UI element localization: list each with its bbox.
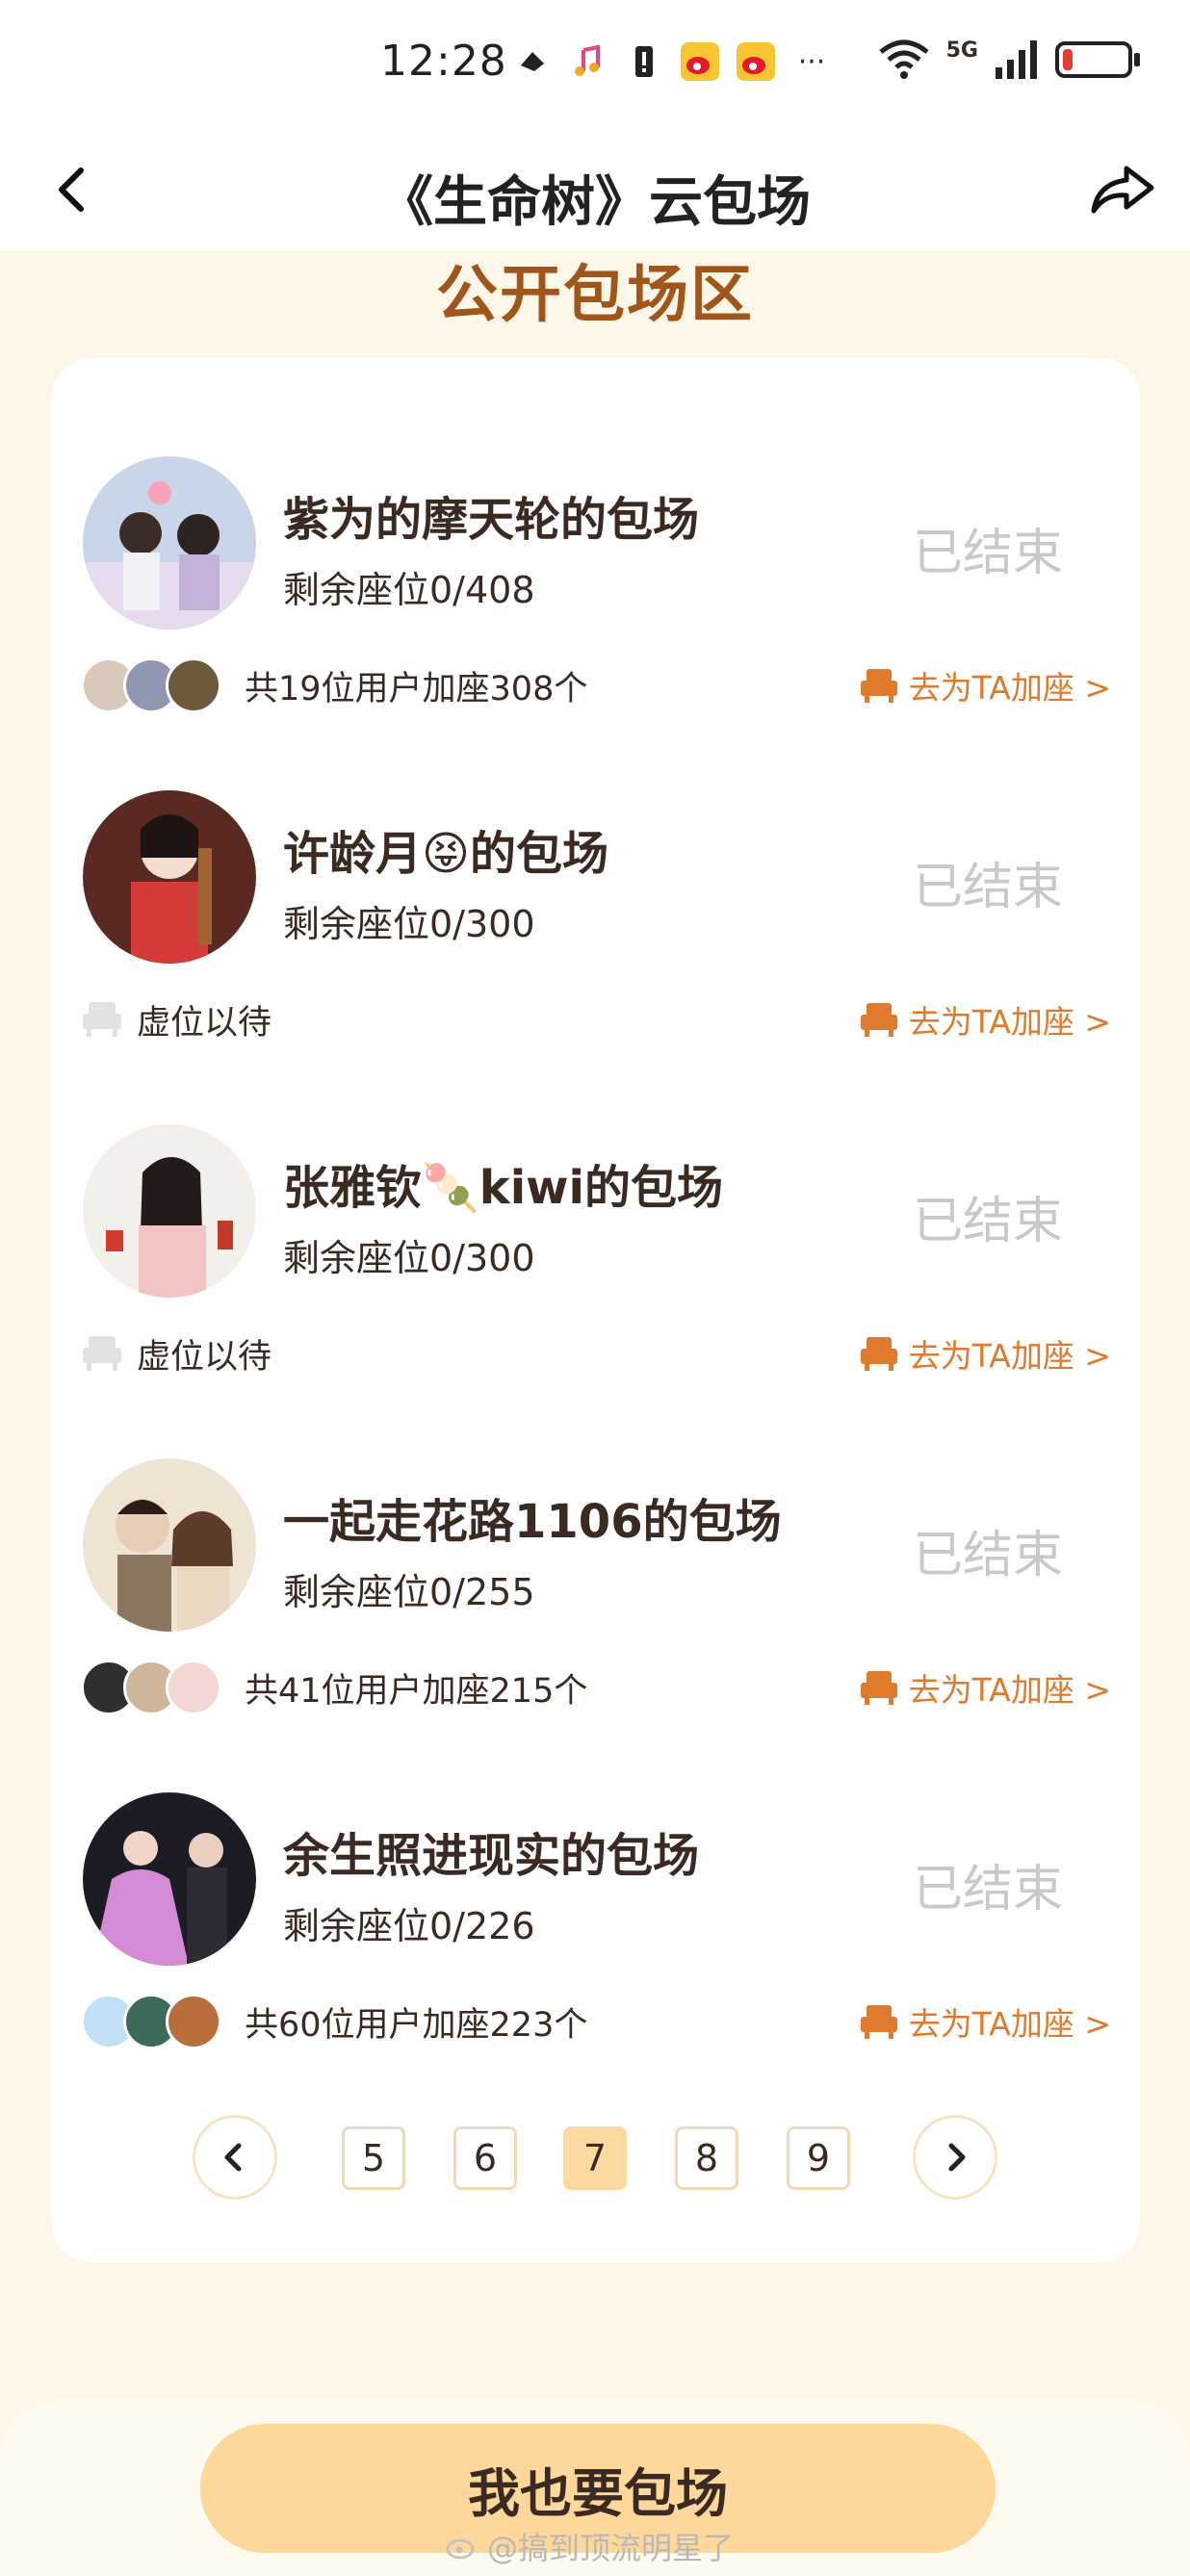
host-avatar <box>83 456 256 630</box>
supporter-avatars <box>81 1994 221 2049</box>
remaining-seats: 剩余座位0/408 <box>283 569 535 611</box>
avatar <box>166 1994 221 2049</box>
status-ended: 已结束 <box>912 525 1063 582</box>
system-status-icons: 5G <box>877 39 1140 81</box>
host-avatar <box>83 1458 256 1632</box>
more-notifications-icon: ··· <box>797 44 826 79</box>
screening-entry[interactable]: 许龄月😝的包场 剩余座位0/300 已结束 虚位以待 去为TA加座 > <box>52 692 1140 1043</box>
entry-supporters: 共60位用户加座223个 <box>81 1993 587 2050</box>
wifi-icon <box>879 39 929 79</box>
prev-page-button[interactable] <box>193 2115 277 2200</box>
remaining-seats: 剩余座位0/255 <box>283 1571 535 1613</box>
page-5-button[interactable]: 5 <box>342 2126 405 2190</box>
battery-icon <box>1055 41 1140 78</box>
add-seat-link[interactable]: 去为TA加座 > <box>859 1993 1111 2050</box>
signal-icon <box>996 40 1037 79</box>
watermark: @搞到顶流明星了 <box>445 2524 734 2568</box>
screening-list-card: 紫为的摩天轮的包场 剩余座位0/408 已结束 共19位用户加座308个 去为T… <box>52 358 1140 2262</box>
alert-icon <box>625 42 663 81</box>
share-icon <box>1091 166 1154 214</box>
screening-entry[interactable]: 张雅钦🍡kiwi的包场 剩余座位0/300 已结束 虚位以待 去为TA加座 > <box>52 1026 1140 1377</box>
screening-title: 一起走花路1106的包场 <box>283 1495 782 1549</box>
status-ended: 已结束 <box>912 1527 1063 1584</box>
remaining-seats: 剩余座位0/226 <box>283 1905 535 1947</box>
screening-title: 余生照进现实的包场 <box>283 1829 700 1883</box>
screening-entry[interactable]: 余生照进现实的包场 剩余座位0/226 已结束 共60位用户加座223个 去为T… <box>52 1694 1140 2049</box>
next-page-button[interactable] <box>913 2115 997 2200</box>
screening-title: 许龄月😝的包场 <box>283 827 609 881</box>
screening-entry[interactable]: 一起走花路1106的包场 剩余座位0/255 已结束 共41位用户加座215个 … <box>52 1360 1140 1715</box>
chevron-right-icon <box>948 2143 966 2172</box>
pagination: 5 6 7 8 9 <box>0 2115 1190 2202</box>
page-6-button[interactable]: 6 <box>453 2126 517 2190</box>
share-button[interactable] <box>1084 151 1161 228</box>
weibo-logo-icon <box>446 2538 475 2560</box>
page-title: 《生命树》云包场 <box>379 171 811 234</box>
host-avatar <box>83 1124 256 1298</box>
add-seat-label: 去为TA加座 > <box>908 2005 1111 2043</box>
section-title: 公开包场区 <box>436 260 754 331</box>
remaining-seats: 剩余座位0/300 <box>283 1237 535 1279</box>
screening-entry[interactable]: 紫为的摩天轮的包场 剩余座位0/408 已结束 共19位用户加座308个 去为T… <box>52 358 1140 713</box>
screening-title: 紫为的摩天轮的包场 <box>283 493 700 547</box>
weibo-icon <box>681 42 719 81</box>
status-ended: 已结束 <box>912 859 1063 916</box>
remaining-seats: 剩余座位0/300 <box>283 903 535 945</box>
screening-title: 张雅钦🍡kiwi的包场 <box>283 1161 723 1215</box>
status-time: 12:28 <box>380 37 507 86</box>
host-avatar <box>83 1792 256 1966</box>
page-8-button[interactable]: 8 <box>675 2126 738 2190</box>
network-label: 5G <box>945 39 978 63</box>
status-bar: 12:28 ··· 5G <box>0 0 1190 130</box>
host-avatar <box>83 790 256 964</box>
page-9-button[interactable]: 9 <box>787 2126 850 2190</box>
top-nav: 《生命树》云包场 <box>0 130 1190 250</box>
status-ended: 已结束 <box>912 1861 1063 1919</box>
chevron-left-icon <box>224 2143 242 2172</box>
music-icon <box>569 42 608 81</box>
seat-icon <box>860 2005 897 2039</box>
notification-icons: ··· <box>513 42 831 81</box>
app-notification-icon <box>513 42 552 81</box>
supporter-summary: 共60位用户加座223个 <box>245 2005 588 2045</box>
weibo-icon <box>737 42 775 81</box>
page-7-button[interactable]: 7 <box>563 2126 627 2190</box>
status-ended: 已结束 <box>912 1193 1063 1250</box>
watermark-text: @搞到顶流明星了 <box>487 2530 735 2566</box>
